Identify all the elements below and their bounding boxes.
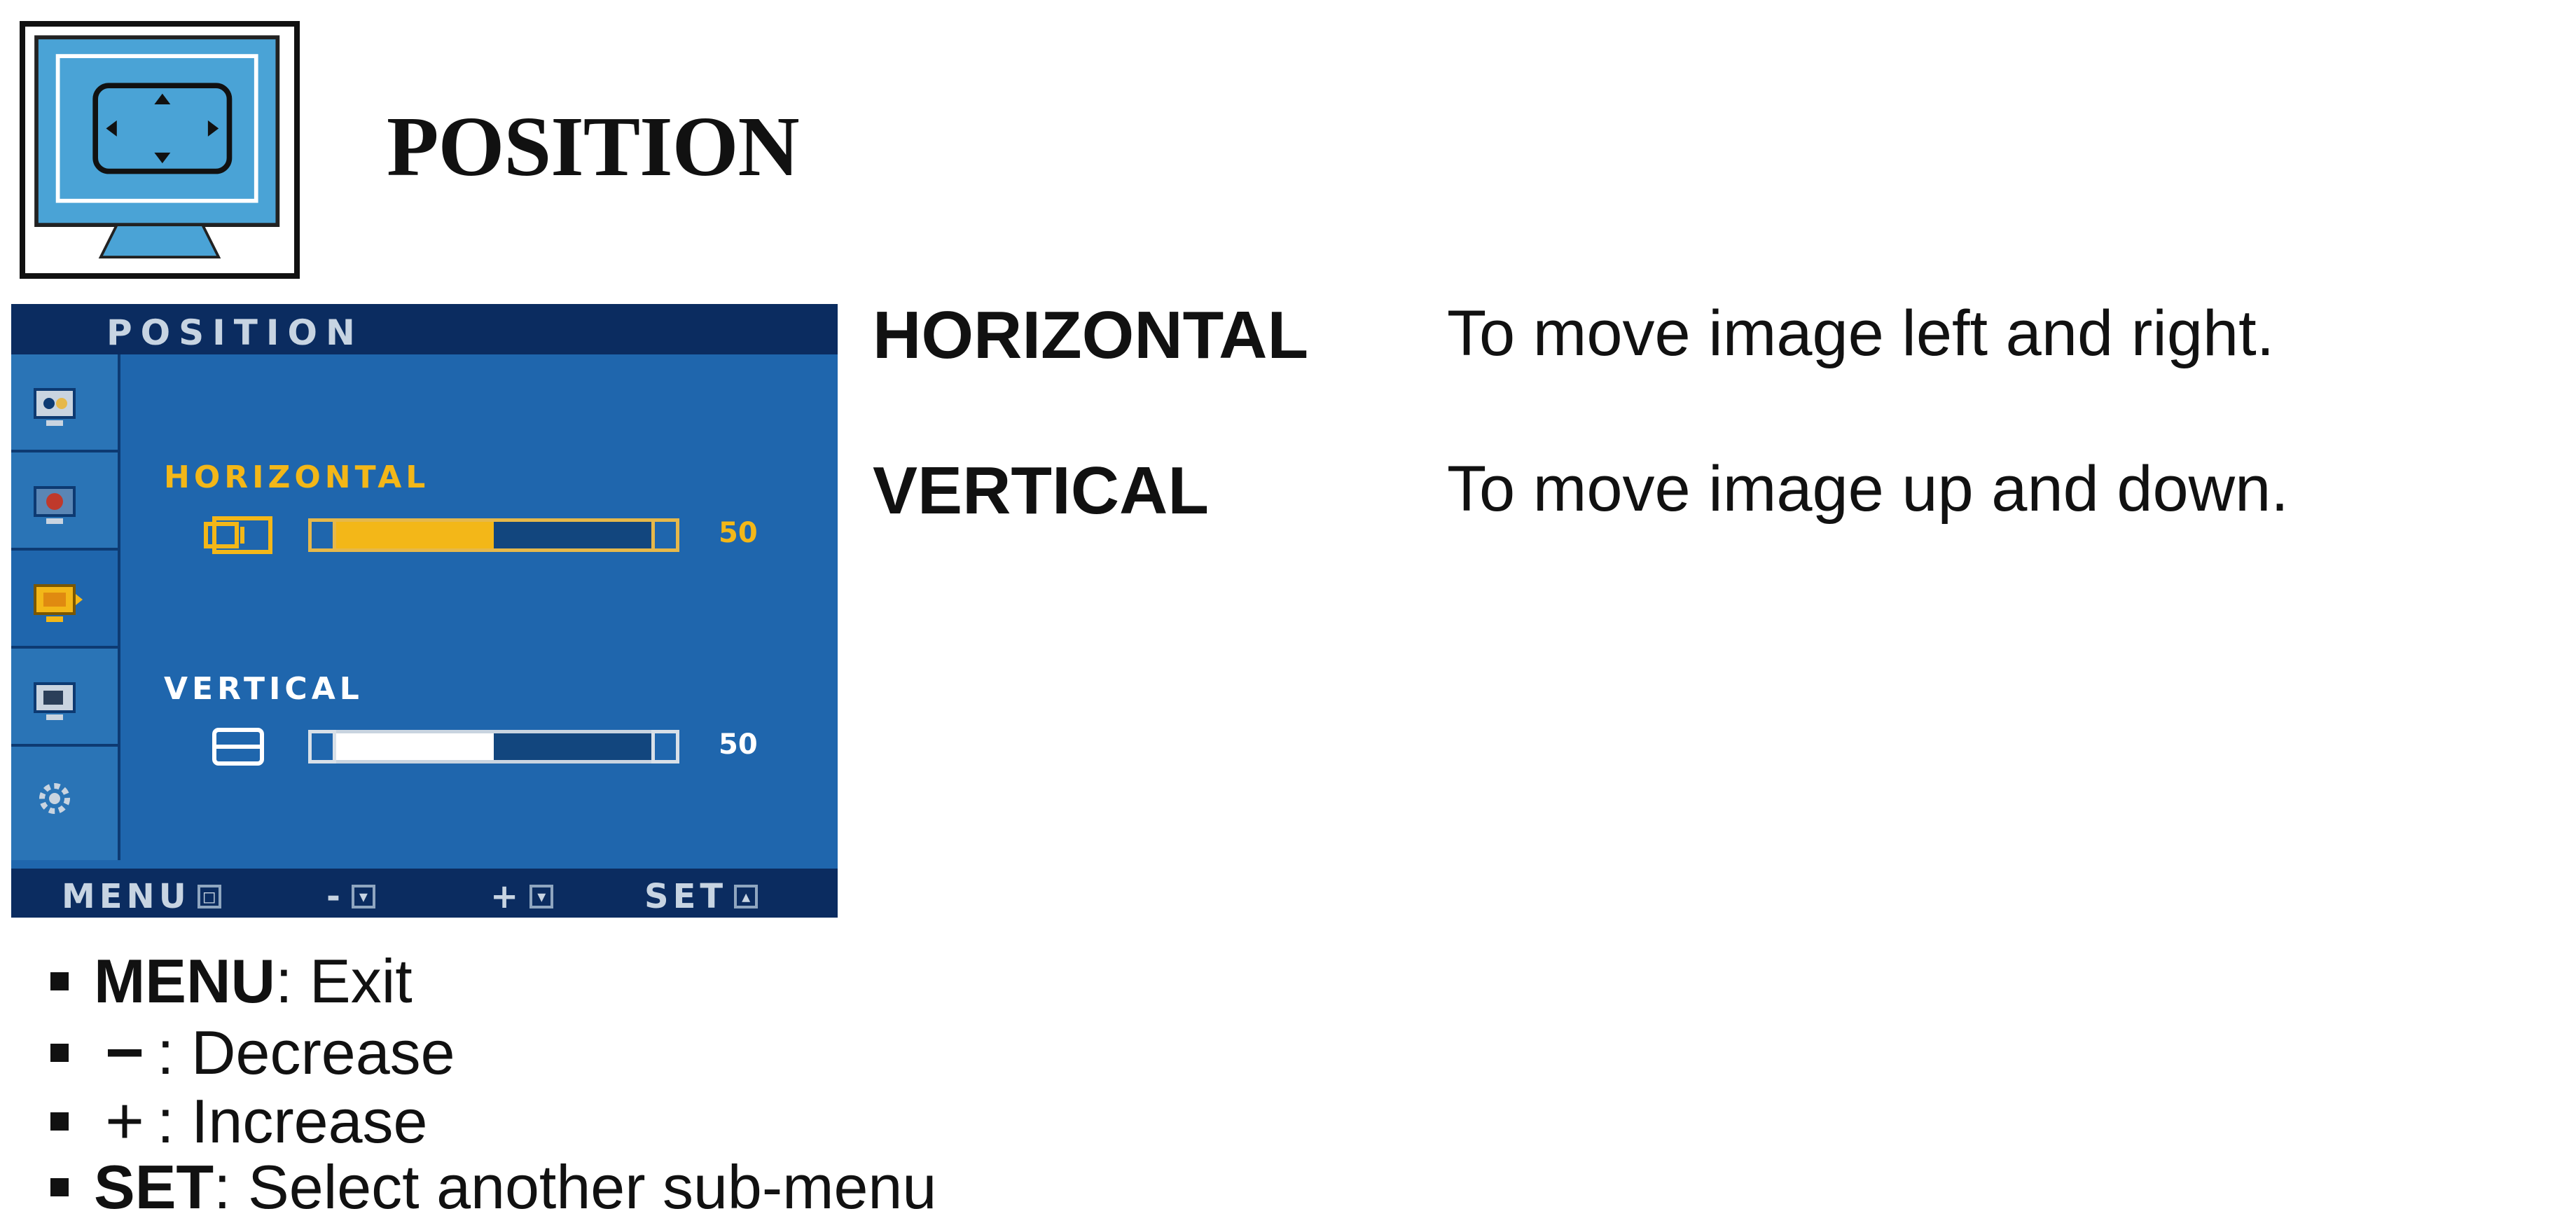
legend-item-menu: MENU : Exit	[50, 946, 413, 1017]
osd-tab-color[interactable]	[11, 452, 118, 551]
legend-item-increase: + : Increase	[50, 1083, 427, 1160]
osd-tab-tracking[interactable]	[11, 649, 118, 747]
osd-tab-setup[interactable]	[11, 747, 118, 845]
legend-key: −	[105, 1015, 145, 1090]
legend-key: MENU	[94, 946, 276, 1016]
legend-text: : Increase	[157, 1086, 428, 1156]
legend-item-set: SET : Select another sub-menu	[50, 1152, 936, 1223]
minus-key-icon: ▾	[351, 885, 375, 908]
osd-vertical-label: VERTICAL	[164, 671, 363, 707]
osd-sidebar	[11, 354, 120, 860]
bullet-icon	[50, 1178, 69, 1196]
osd-tab-picture[interactable]	[11, 354, 118, 452]
horizontal-term: HORIZONTAL	[873, 298, 1309, 373]
horizontal-slider[interactable]	[308, 518, 679, 552]
slider-right-cap	[651, 730, 679, 763]
legend-text: : Exit	[275, 946, 413, 1016]
vertical-description: To move image up and down.	[1447, 453, 2289, 525]
osd-menu-panel: POSITION HORIZONTAL 50 VERTICAL 50 MENU …	[11, 304, 838, 918]
vertical-position-icon	[212, 728, 264, 766]
bullet-icon	[50, 972, 69, 990]
osd-header: POSITION	[11, 304, 838, 354]
legend-text: : Decrease	[157, 1018, 455, 1087]
osd-minus-key[interactable]: - ▾	[326, 877, 375, 916]
horizontal-position-icon	[204, 516, 272, 554]
legend-key: SET	[94, 1152, 214, 1222]
color-icon	[34, 486, 76, 524]
osd-minus-label: -	[326, 877, 345, 916]
menu-key-icon: ◻	[197, 885, 221, 908]
set-key-icon: ▴	[734, 885, 759, 908]
tracking-icon	[34, 682, 76, 720]
vertical-term: VERTICAL	[873, 453, 1209, 528]
osd-horizontal-label: HORIZONTAL	[164, 460, 430, 495]
picture-icon	[34, 388, 76, 426]
vertical-value: 50	[719, 728, 758, 761]
setup-icon	[39, 783, 70, 814]
osd-set-key[interactable]: SET ▴	[644, 877, 759, 916]
page-title: POSITION	[387, 99, 800, 194]
osd-set-label: SET	[644, 877, 728, 916]
monitor-position-icon	[20, 21, 300, 279]
legend-text: : Select another sub-menu	[214, 1152, 937, 1222]
position-icon	[34, 584, 83, 622]
osd-tab-position[interactable]	[11, 551, 118, 649]
osd-plus-key[interactable]: + ▾	[490, 877, 554, 916]
slider-right-cap	[651, 518, 679, 552]
osd-plus-label: +	[490, 877, 523, 916]
legend-item-decrease: − : Decrease	[50, 1014, 455, 1091]
osd-menu-key[interactable]: MENU ◻	[62, 877, 221, 916]
horizontal-value: 50	[719, 517, 758, 549]
legend-key: +	[105, 1084, 145, 1159]
osd-menu-label: MENU	[62, 877, 191, 916]
bullet-icon	[50, 1112, 69, 1131]
osd-footer: MENU ◻ - ▾ + ▾ SET ▴	[11, 869, 838, 918]
slider-left-cap	[308, 730, 336, 763]
vertical-slider[interactable]	[308, 730, 679, 763]
osd-header-title: POSITION	[106, 312, 363, 353]
slider-left-cap	[308, 518, 336, 552]
plus-key-icon: ▾	[529, 885, 554, 908]
horizontal-description: To move image left and right.	[1447, 298, 2275, 369]
horizontal-slider-fill	[312, 522, 494, 548]
bullet-icon	[50, 1044, 69, 1062]
vertical-slider-fill	[312, 733, 494, 760]
